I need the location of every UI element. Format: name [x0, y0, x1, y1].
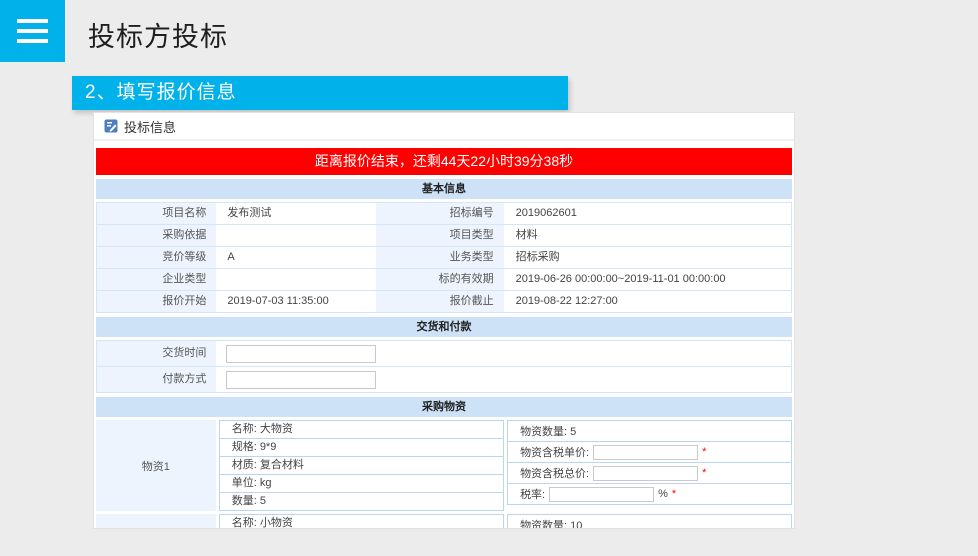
total-price-input[interactable] [593, 466, 698, 481]
material-attr: 数量: 5 [219, 492, 504, 511]
required-marker: * [702, 467, 706, 479]
field-value: 材料 [504, 225, 791, 246]
field-value: 2019-08-22 12:27:00 [504, 291, 791, 312]
field-label: 标的有效期 [376, 269, 504, 290]
material-attributes: 名称: 大物资 规格: 9*9 材质: 复合材料 单位: kg 数量: 5 [219, 420, 504, 511]
tax-rate-input[interactable] [549, 487, 654, 502]
field-label: 交货时间 [97, 341, 216, 366]
material-block-2: 名称: 小物资 物资数量: 10 [96, 514, 792, 529]
section-header-delivery: 交货和付款 [96, 317, 792, 337]
required-marker: * [702, 446, 706, 458]
basic-info-table: 项目名称 发布测试 招标编号 2019062601 采购依据 项目类型 材料 竞… [96, 202, 792, 313]
tax-rate-row: 税率: % * [507, 483, 792, 505]
material-label: 物资1 [96, 420, 216, 511]
payment-method-input[interactable] [226, 371, 376, 389]
material-attr: 材质: 复合材料 [219, 456, 504, 475]
field-value: 2019-07-03 11:35:00 [216, 291, 376, 312]
material-qty-row: 物资数量: 10 [507, 514, 792, 529]
field-label: 税率: [520, 486, 545, 502]
field-label: 物资含税单价: [520, 444, 589, 460]
material-attributes: 名称: 小物资 [219, 514, 504, 529]
unit-price-row: 物资含税单价: * [507, 441, 792, 463]
total-price-row: 物资含税总价: * [507, 462, 792, 484]
material-qty-row: 物资数量: 5 [507, 420, 792, 442]
delivery-table: 交货时间 付款方式 [96, 340, 792, 393]
field-label: 项目名称 [97, 203, 216, 224]
field-label: 物资数量: 10 [520, 517, 582, 529]
field-value: 2019-06-26 00:00:00~2019-11-01 00:00:00 [504, 269, 791, 290]
field-value: 招标采购 [504, 247, 791, 268]
field-value: 2019062601 [504, 203, 791, 224]
menu-button[interactable] [0, 0, 65, 62]
field-label: 业务类型 [376, 247, 504, 268]
field-value [216, 225, 376, 246]
percent-suffix: % [658, 488, 668, 500]
field-label: 采购依据 [97, 225, 216, 246]
table-row: 项目名称 发布测试 招标编号 2019062601 [97, 203, 791, 225]
bid-info-panel: 投标信息 距离报价结束，还剩44天22小时39分38秒 基本信息 项目名称 发布… [93, 112, 795, 529]
material-label [96, 514, 216, 529]
countdown-banner: 距离报价结束，还剩44天22小时39分38秒 [96, 148, 792, 175]
field-label: 企业类型 [97, 269, 216, 290]
section-header-basic-info: 基本信息 [96, 179, 792, 199]
material-attr: 规格: 9*9 [219, 438, 504, 457]
material-attr: 名称: 小物资 [219, 514, 504, 529]
field-label: 付款方式 [97, 367, 216, 392]
table-row: 报价开始 2019-07-03 11:35:00 报价截止 2019-08-22… [97, 291, 791, 313]
field-label: 物资含税总价: [520, 465, 589, 481]
field-value: A [216, 247, 376, 268]
material-attr: 单位: kg [219, 474, 504, 493]
form-icon [104, 119, 118, 133]
material-block-1: 物资1 名称: 大物资 规格: 9*9 材质: 复合材料 单位: kg 数量: … [96, 420, 792, 511]
page-title: 投标方投标 [88, 15, 228, 54]
table-row: 付款方式 [97, 367, 791, 393]
field-label: 报价开始 [97, 291, 216, 312]
field-label: 竞价等级 [97, 247, 216, 268]
field-label: 招标编号 [376, 203, 504, 224]
field-value: 发布测试 [216, 203, 376, 224]
panel-title: 投标信息 [124, 117, 176, 136]
field-label: 物资数量: 5 [520, 423, 576, 439]
table-row: 竞价等级 A 业务类型 招标采购 [97, 247, 791, 269]
field-value [216, 269, 376, 290]
table-row: 采购依据 项目类型 材料 [97, 225, 791, 247]
material-pricing: 物资数量: 5 物资含税单价: * 物资含税总价: * 税率: % * [507, 420, 792, 511]
table-row: 交货时间 [97, 341, 791, 367]
unit-price-input[interactable] [593, 445, 698, 460]
field-label: 项目类型 [376, 225, 504, 246]
material-attr: 名称: 大物资 [219, 420, 504, 439]
table-row: 企业类型 标的有效期 2019-06-26 00:00:00~2019-11-0… [97, 269, 791, 291]
required-marker: * [672, 488, 676, 500]
material-pricing: 物资数量: 10 [507, 514, 792, 529]
delivery-time-input[interactable] [226, 345, 376, 363]
section-header-materials: 采购物资 [96, 397, 792, 417]
field-label: 报价截止 [376, 291, 504, 312]
step-banner: 2、填写报价信息 [72, 76, 568, 110]
panel-title-bar: 投标信息 [94, 113, 794, 141]
